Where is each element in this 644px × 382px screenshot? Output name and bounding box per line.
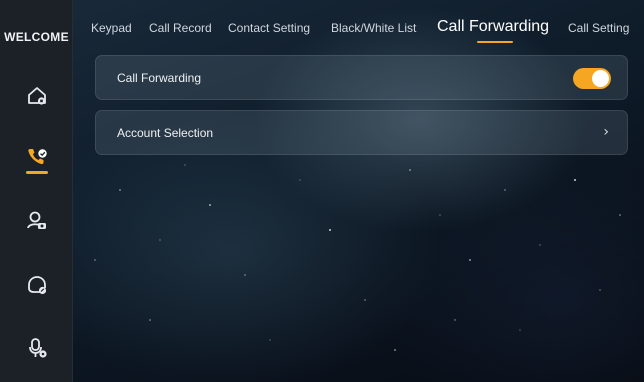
account-selection-label: Account Selection: [117, 126, 214, 140]
sidebar-item-intercom[interactable]: [19, 330, 55, 366]
sidebar-item-phone[interactable]: [19, 139, 55, 175]
sidebar-item-home[interactable]: [19, 78, 55, 114]
tab-call-setting[interactable]: Call Setting: [568, 21, 629, 35]
active-indicator: [26, 171, 48, 174]
tab-contact-setting[interactable]: Contact Setting: [228, 21, 310, 35]
microphone-icon: [29, 338, 47, 358]
tab-keypad[interactable]: Keypad: [91, 21, 132, 35]
call-forwarding-toggle[interactable]: [573, 68, 611, 89]
chevron-right-icon: ›: [603, 124, 609, 140]
camera-user-icon: [27, 211, 46, 229]
headset-icon: [28, 276, 47, 295]
sidebar-item-monitor[interactable]: [19, 203, 55, 239]
toggle-knob: [592, 70, 609, 87]
sidebar: WELCOME: [0, 0, 73, 382]
account-selection-row[interactable]: Account Selection ›: [95, 110, 628, 155]
call-forwarding-label: Call Forwarding: [117, 71, 202, 85]
sidebar-item-support[interactable]: [19, 267, 55, 303]
call-forwarding-row: Call Forwarding: [95, 55, 628, 100]
active-tab-underline: [477, 41, 513, 43]
tab-call-record[interactable]: Call Record: [149, 21, 212, 35]
home-icon: [28, 87, 46, 105]
tab-black-white-list[interactable]: Black/White List: [331, 21, 416, 35]
tab-bar: Keypad Call Record Contact Setting Black…: [73, 0, 644, 56]
phone-call-icon: [28, 149, 47, 165]
tab-call-forwarding[interactable]: Call Forwarding: [437, 18, 549, 36]
brand-logo: WELCOME: [4, 30, 69, 44]
